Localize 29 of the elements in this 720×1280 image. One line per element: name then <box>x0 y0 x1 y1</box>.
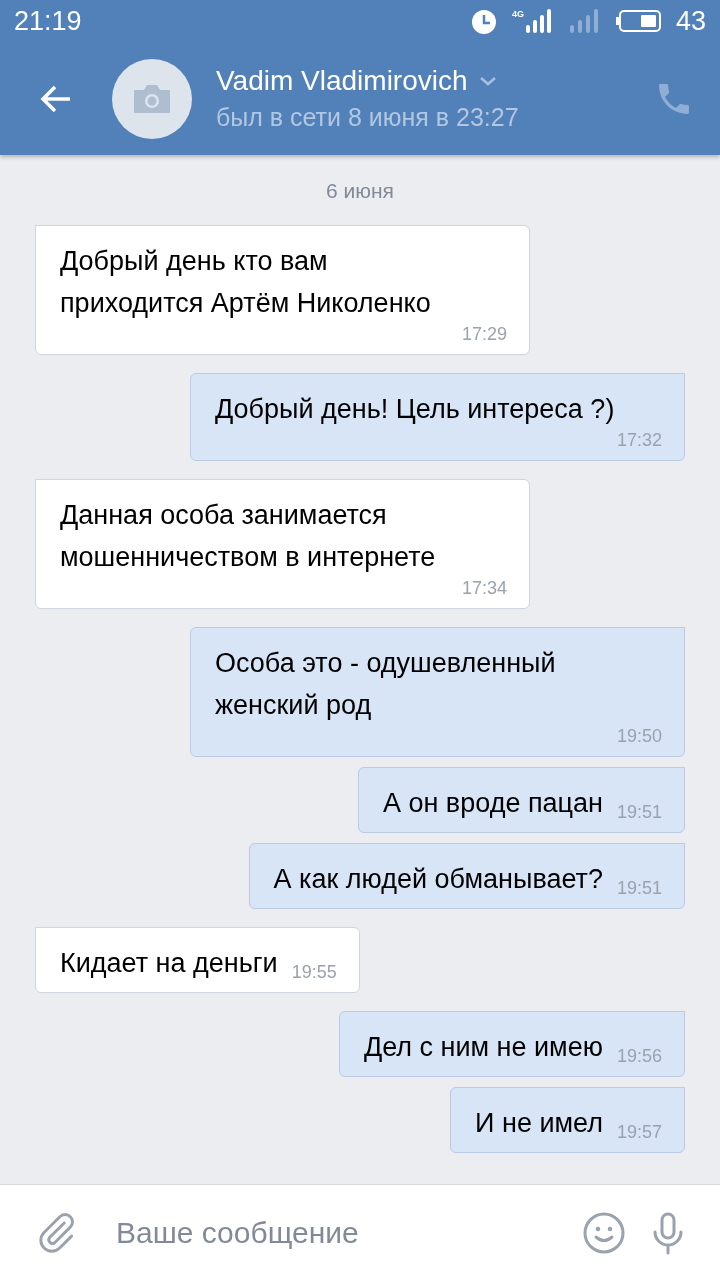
message-time: 19:56 <box>616 1046 662 1068</box>
battery-level: 43 <box>675 5 706 37</box>
message-text: Добрый день кто вам приходится Артём Николенко <box>60 245 432 320</box>
status-time: 21:19 <box>14 5 82 37</box>
message-time: 19:50 <box>616 726 662 748</box>
message-time: 19:51 <box>616 802 662 824</box>
message-text: Кидает на деньги <box>60 947 278 980</box>
contact-name[interactable]: Vadim Vladimirovich <box>216 65 468 97</box>
message-text: А он вроде пацан <box>382 787 603 820</box>
message-text: Особа это - одушевленный женский род <box>215 647 557 722</box>
message-time: 17:29 <box>461 324 507 346</box>
message-text: А как людей обманывает? <box>273 863 603 896</box>
message-time: 19:55 <box>291 962 337 984</box>
message-text: Дел с ним не имею <box>363 1031 603 1064</box>
message-text: И не имел <box>475 1107 603 1140</box>
network-label: 4G <box>511 9 524 19</box>
message-text: Данная особа занимается мошенничеством в интернете <box>60 499 437 574</box>
last-seen-status: был в сети 8 июня в 23:27 <box>216 103 520 132</box>
battery-icon <box>615 10 662 32</box>
message-text: Добрый день! Цель интереса ?) <box>215 393 615 426</box>
date-divider: 6 июня <box>326 179 394 203</box>
signal-icon <box>525 9 552 33</box>
message-time: 19:57 <box>616 1122 662 1144</box>
message-time: 17:34 <box>461 578 507 600</box>
message-time: 17:32 <box>616 430 662 452</box>
message-time: 19:51 <box>616 878 662 900</box>
emoji-icon[interactable] <box>582 1210 626 1255</box>
camera-icon <box>132 83 172 114</box>
alarm-icon <box>469 7 498 35</box>
